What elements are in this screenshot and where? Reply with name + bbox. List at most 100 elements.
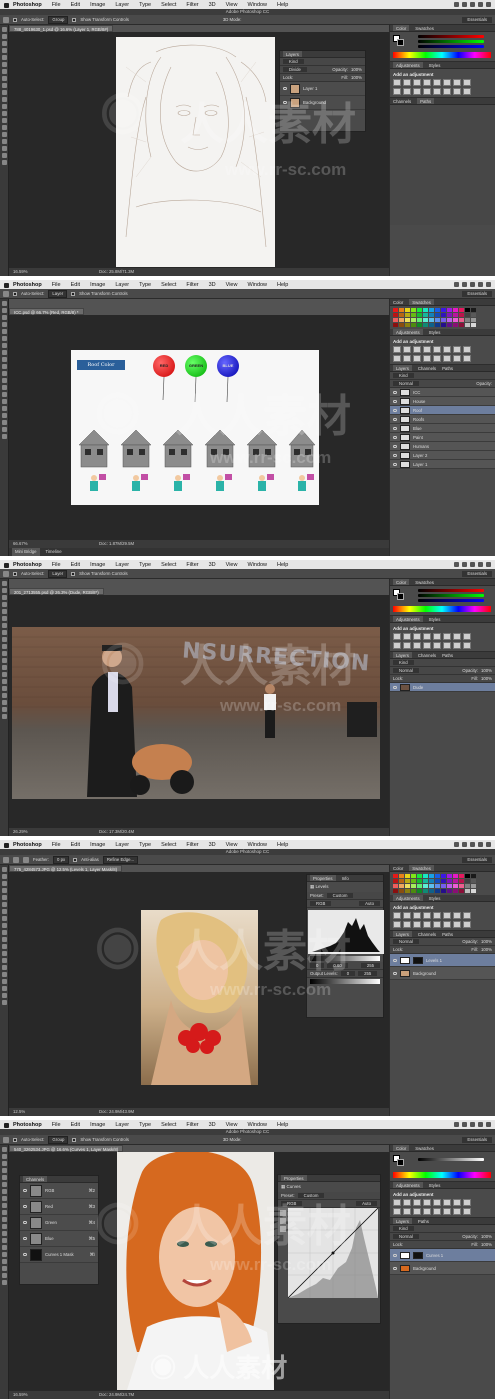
eye-icon[interactable]: [393, 1266, 397, 1270]
menu-edit[interactable]: Edit: [66, 2, 85, 8]
history-brush-icon[interactable]: [1, 364, 7, 369]
black-white-icon[interactable]: [463, 1199, 471, 1206]
zoom-level[interactable]: 12.5%: [13, 1109, 25, 1114]
paths-tab[interactable]: Paths: [442, 931, 453, 937]
paths-tab[interactable]: Paths: [418, 1218, 429, 1224]
swatch[interactable]: [417, 879, 422, 883]
workspace-switcher[interactable]: Essentials: [462, 16, 492, 23]
red-slider[interactable]: [418, 589, 484, 592]
layer-row[interactable]: Layer 1: [390, 460, 495, 469]
eyedropper-icon[interactable]: [1, 62, 7, 67]
levels-icon[interactable]: [403, 79, 411, 86]
invert-icon[interactable]: [423, 1208, 431, 1215]
swatches-tab[interactable]: Swatches: [409, 865, 434, 871]
color-lookup-icon[interactable]: [413, 1208, 421, 1215]
swatch[interactable]: [441, 323, 446, 327]
layer-row[interactable]: Paint: [390, 433, 495, 442]
menu-select[interactable]: Select: [156, 842, 181, 848]
adjustments-tab[interactable]: Adjustments: [393, 62, 423, 68]
gradient-icon[interactable]: [1, 944, 7, 949]
history-brush-icon[interactable]: [1, 644, 7, 649]
menu-window[interactable]: Window: [242, 842, 272, 848]
curves-icon[interactable]: [413, 912, 421, 919]
anti-alias-checkbox[interactable]: [73, 857, 78, 862]
fill-value[interactable]: 100%: [481, 1242, 492, 1247]
feather-input[interactable]: 0 px: [53, 855, 70, 864]
layers-tab[interactable]: Layers: [393, 652, 412, 658]
swatch[interactable]: [435, 884, 440, 888]
paths-tab[interactable]: Paths: [417, 98, 435, 104]
brush-tool-icon[interactable]: [1, 630, 7, 635]
eye-icon[interactable]: [393, 390, 397, 394]
hand-tool-icon[interactable]: [1, 993, 7, 998]
swatch[interactable]: [459, 313, 464, 317]
history-brush-icon[interactable]: [1, 90, 7, 95]
layer-row[interactable]: Layer 2: [390, 451, 495, 460]
point-tool-icon[interactable]: [280, 1210, 286, 1216]
blur-icon[interactable]: [1, 951, 7, 956]
eraser-icon[interactable]: [1, 371, 7, 376]
swatch[interactable]: [453, 323, 458, 327]
marquee-tool-icon[interactable]: [1, 308, 7, 313]
clone-stamp-icon[interactable]: [1, 83, 7, 88]
threshold-icon[interactable]: [443, 1208, 451, 1215]
swatch[interactable]: [435, 318, 440, 322]
lasso-tool-icon[interactable]: [1, 315, 7, 320]
transform-checkbox[interactable]: [72, 1137, 77, 1142]
dodge-icon[interactable]: [1, 118, 7, 123]
layer-row[interactable]: Layer 1: [280, 82, 365, 96]
vibrance-icon[interactable]: [433, 1199, 441, 1206]
levels-icon[interactable]: [403, 1199, 411, 1206]
swatches-tab[interactable]: Swatches: [415, 579, 434, 585]
path-select-icon[interactable]: [1, 139, 7, 144]
swatch[interactable]: [429, 874, 434, 878]
zoom-tool-icon[interactable]: [1, 1000, 7, 1005]
styles-tab[interactable]: Styles: [429, 329, 441, 335]
history-brush-icon[interactable]: [1, 1210, 7, 1215]
selective-color-icon[interactable]: [463, 88, 471, 95]
swatch[interactable]: [441, 884, 446, 888]
swatch[interactable]: [399, 323, 404, 327]
swatch[interactable]: [441, 889, 446, 893]
swatch[interactable]: [459, 318, 464, 322]
layer-row[interactable]: Blue: [390, 424, 495, 433]
brush-tool-icon[interactable]: [1, 76, 7, 81]
swatch[interactable]: [429, 323, 434, 327]
fill-value[interactable]: 100%: [351, 75, 362, 80]
swatch[interactable]: [405, 884, 410, 888]
swatch[interactable]: [423, 308, 428, 312]
swatch[interactable]: [399, 874, 404, 878]
zoom-level[interactable]: 16.59%: [13, 1392, 28, 1397]
menu-view[interactable]: View: [221, 562, 243, 568]
swatch[interactable]: [435, 313, 440, 317]
path-select-icon[interactable]: [1, 1259, 7, 1264]
channel-row[interactable]: Green ⌘4: [20, 1215, 98, 1231]
menu-image[interactable]: Image: [85, 842, 110, 848]
swatch[interactable]: [411, 884, 416, 888]
swatch[interactable]: [399, 308, 404, 312]
black-white-icon[interactable]: [463, 912, 471, 919]
layer-row[interactable]: Roofs: [390, 415, 495, 424]
menu-filter[interactable]: Filter: [181, 842, 203, 848]
swatch[interactable]: [429, 884, 434, 888]
eye-icon[interactable]: [393, 462, 397, 466]
input-black[interactable]: 0: [310, 963, 325, 968]
auto-select-checkbox[interactable]: [13, 17, 17, 22]
menu-layer[interactable]: Layer: [110, 562, 134, 568]
channel-mixer-icon[interactable]: [403, 921, 411, 928]
menu-file[interactable]: File: [47, 1122, 66, 1128]
photo-filter-icon[interactable]: [393, 921, 401, 928]
swatch[interactable]: [393, 313, 398, 317]
layer-mask-thumbnail[interactable]: [413, 956, 423, 964]
quick-select-icon[interactable]: [1, 602, 7, 607]
green-slider[interactable]: [418, 594, 484, 597]
layer-row[interactable]: Dude: [390, 683, 495, 692]
menu-select[interactable]: Select: [156, 1122, 181, 1128]
invert-icon[interactable]: [423, 921, 431, 928]
quick-select-icon[interactable]: [1, 888, 7, 893]
swatch[interactable]: [459, 884, 464, 888]
hand-tool-icon[interactable]: [1, 427, 7, 432]
zoom-tool-icon[interactable]: [1, 434, 7, 439]
swatch[interactable]: [453, 313, 458, 317]
channels-tab[interactable]: Channels: [23, 1176, 48, 1182]
